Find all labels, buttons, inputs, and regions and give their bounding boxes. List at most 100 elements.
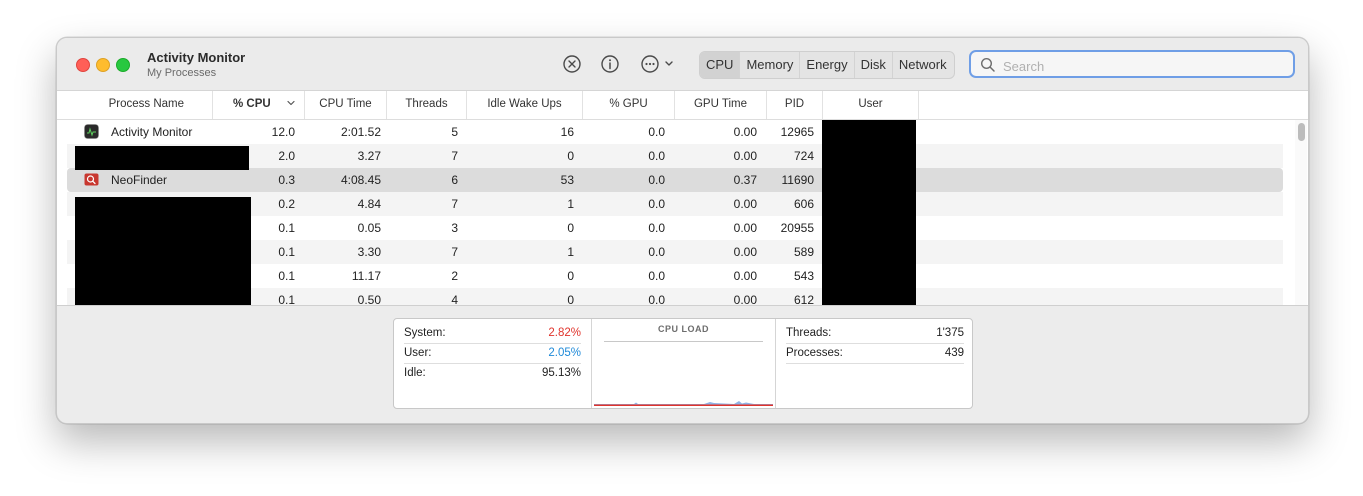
search-icon [980, 57, 995, 72]
cpu-load-graph-panel: CPU LOAD [592, 319, 776, 408]
tab-cpu[interactable]: CPU [700, 52, 741, 78]
idle-value: 95.13% [541, 367, 581, 379]
column-idle-wake-ups[interactable]: Idle Wake Ups [467, 91, 583, 119]
table-row[interactable]: 2.0 3.27 7 0 0.0 0.00 724 [67, 144, 1283, 168]
redacted-process-names [75, 197, 251, 305]
tab-memory[interactable]: Memory [740, 52, 801, 78]
column-user[interactable]: User [823, 91, 919, 119]
threads-label: Threads: [786, 327, 832, 339]
threads: 7 [451, 197, 458, 211]
system-row: System: 2.82% [404, 324, 581, 344]
threads-value: 1'375 [936, 327, 964, 339]
x-circle-icon [563, 55, 581, 73]
more-actions-button[interactable] [640, 54, 676, 74]
activity-monitor-icon [84, 124, 99, 139]
threads: 5 [451, 125, 458, 139]
tab-energy[interactable]: Energy [800, 52, 855, 78]
view-tabs: CPU Memory Energy Disk Network [699, 51, 955, 79]
table-row-selected[interactable]: NeoFinder 0.3 4:08.45 6 53 0.0 0.37 1169… [67, 168, 1283, 192]
idle-wake-ups: 0 [567, 221, 574, 235]
column-pid[interactable]: PID [767, 91, 823, 119]
gpu-time: 0.00 [733, 125, 757, 139]
column-cpu-time[interactable]: CPU Time [305, 91, 387, 119]
idle-wake-ups: 16 [560, 125, 574, 139]
ellipsis-circle-icon [641, 55, 673, 73]
search-field[interactable] [969, 50, 1295, 78]
cpu-summary-panel: System: 2.82% User: 2.05% Idle: 95.13% C… [393, 318, 973, 409]
pid: 20955 [780, 221, 814, 235]
cpu-load-title: CPU LOAD [658, 324, 709, 334]
pid: 606 [793, 197, 814, 211]
cpu-time: 11.17 [351, 269, 381, 283]
process-name: Activity Monitor [111, 125, 193, 139]
threads: 2 [451, 269, 458, 283]
stop-process-button[interactable] [562, 54, 582, 74]
window-subtitle: My Processes [147, 67, 217, 79]
table-row[interactable]: Activity Monitor 12.0 2:01.52 5 16 0.0 0… [67, 120, 1283, 144]
threads: 4 [451, 293, 458, 306]
gpu-time: 0.37 [733, 173, 757, 187]
pid: 12965 [780, 125, 814, 139]
scrollbar-thumb[interactable] [1298, 123, 1305, 141]
threads: 6 [451, 173, 458, 187]
user-row: User: 2.05% [404, 344, 581, 364]
idle-wake-ups: 1 [567, 197, 574, 211]
column-cpu-percent[interactable]: % CPU [213, 91, 305, 119]
column-threads[interactable]: Threads [387, 91, 467, 119]
cpu-load-graph [594, 401, 773, 406]
tab-disk[interactable]: Disk [855, 52, 893, 78]
table-header: Process Name % CPU CPU Time Threads Idle… [57, 91, 1308, 120]
cpu-percent: 0.3 [278, 173, 295, 187]
idle-wake-ups: 0 [567, 293, 574, 306]
column-gpu-time[interactable]: GPU Time [675, 91, 767, 119]
vertical-scrollbar[interactable] [1295, 120, 1307, 305]
cpu-load-system-area [594, 404, 773, 406]
gpu-percent: 0.0 [648, 125, 665, 139]
cpu-time: 3.30 [357, 245, 381, 259]
search-input[interactable] [1001, 55, 1285, 77]
close-window-button[interactable] [76, 58, 90, 72]
gpu-time: 0.00 [733, 149, 757, 163]
idle-wake-ups: 1 [567, 245, 574, 259]
process-count-stats: Threads: 1'375 Processes: 439 [776, 319, 972, 408]
sort-descending-chevron-icon [287, 100, 295, 106]
gpu-percent: 0.0 [648, 221, 665, 235]
process-table: Process Name % CPU CPU Time Threads Idle… [57, 91, 1308, 306]
column-gpu-percent[interactable]: % GPU [583, 91, 675, 119]
gpu-time: 0.00 [733, 269, 757, 283]
idle-wake-ups: 0 [567, 149, 574, 163]
gpu-time: 0.00 [733, 221, 757, 235]
info-circle-icon [601, 55, 619, 73]
cpu-time: 3.27 [357, 149, 381, 163]
minimize-window-button[interactable] [96, 58, 110, 72]
idle-row: Idle: 95.13% [404, 364, 581, 383]
gpu-percent: 0.0 [648, 293, 665, 306]
gpu-time: 0.00 [733, 245, 757, 259]
pid: 724 [793, 149, 814, 163]
user-value: 2.05% [548, 347, 581, 359]
titlebar: Activity Monitor My Processes CPU Memory… [57, 38, 1308, 91]
inspect-process-button[interactable] [600, 54, 620, 74]
processes-label: Processes: [786, 347, 843, 359]
gpu-percent: 0.0 [648, 269, 665, 283]
gpu-time: 0.00 [733, 197, 757, 211]
idle-wake-ups: 53 [560, 173, 574, 187]
threads-row: Threads: 1'375 [786, 324, 964, 344]
idle-wake-ups: 0 [567, 269, 574, 283]
gpu-time: 0.00 [733, 293, 757, 306]
processes-value: 439 [944, 347, 964, 359]
pid: 543 [793, 269, 814, 283]
redacted-process-name [75, 146, 249, 170]
system-label: System: [404, 327, 446, 339]
cpu-time: 2:01.52 [340, 125, 381, 139]
cpu-time: 0.05 [357, 221, 381, 235]
column-process-name[interactable]: Process Name [57, 91, 213, 119]
gpu-percent: 0.0 [648, 245, 665, 259]
cpu-load-divider [604, 341, 763, 342]
tab-network[interactable]: Network [893, 52, 953, 78]
pid: 589 [793, 245, 814, 259]
zoom-window-button[interactable] [116, 58, 130, 72]
gpu-percent: 0.0 [648, 173, 665, 187]
gpu-percent: 0.0 [648, 197, 665, 211]
threads: 7 [451, 149, 458, 163]
